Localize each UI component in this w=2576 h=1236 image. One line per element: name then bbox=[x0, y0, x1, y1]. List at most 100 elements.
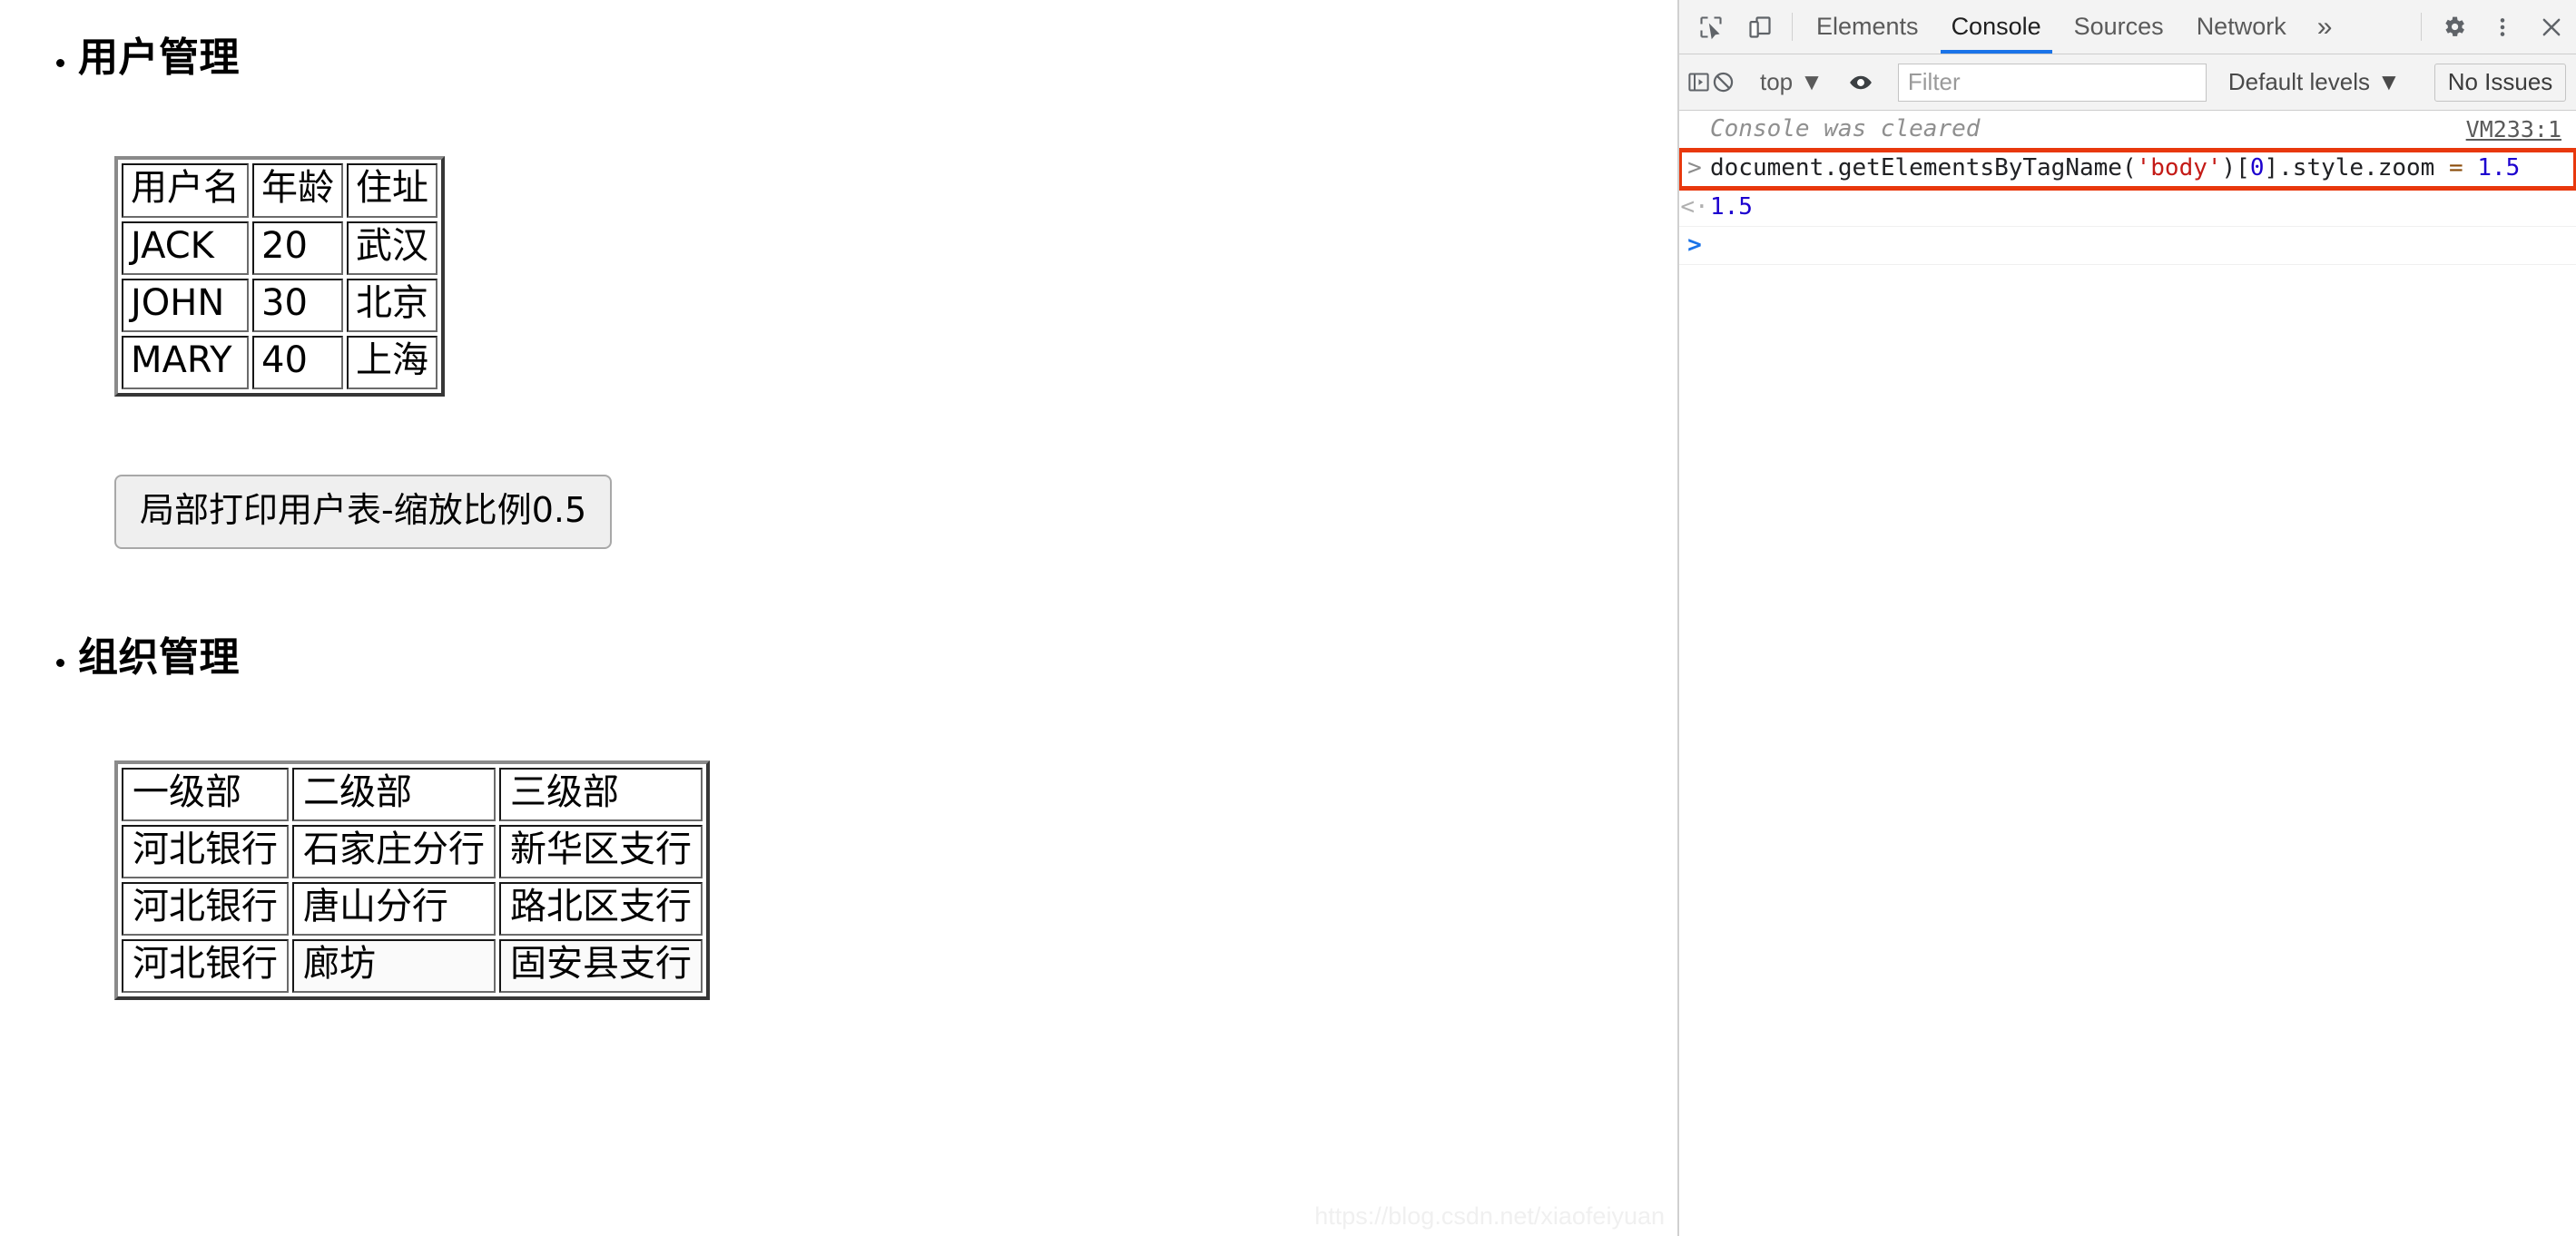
devtools-tabbar: Elements Console Sources Network » bbox=[1679, 0, 2576, 54]
spacer bbox=[0, 80, 1677, 156]
filter-placeholder-text: Filter bbox=[1908, 68, 1961, 96]
cell-age: 40 bbox=[252, 336, 343, 389]
tab-network-label: Network bbox=[2197, 13, 2286, 41]
col-header-level2: 二级部 bbox=[292, 768, 496, 821]
code-token-plain: ].style.zoom bbox=[2265, 154, 2450, 181]
user-table-container: 用户名 年龄 住址 JACK 20 武汉 JOHN 30 北京 bbox=[114, 156, 1677, 397]
cell-level1: 河北银行 bbox=[122, 882, 289, 936]
execution-context-label: top bbox=[1760, 68, 1793, 96]
org-table: 一级部 二级部 三级部 河北银行 石家庄分行 新华区支行 河北银行 唐山分行 bbox=[114, 760, 710, 1001]
table-row: JACK 20 武汉 bbox=[122, 221, 438, 275]
console-input-code: document.getElementsByTagName('body')[0]… bbox=[1710, 153, 2576, 184]
console-cleared-text: Console was cleared bbox=[1710, 114, 2576, 145]
table-row: 河北银行 廊坊 固安县支行 bbox=[122, 939, 703, 993]
console-message-list[interactable]: Console was cleared VM233:1 > document.g… bbox=[1679, 111, 2576, 1236]
code-token-number: 0 bbox=[2250, 154, 2265, 181]
console-prompt-arrow-icon: > bbox=[1679, 231, 1710, 260]
tab-network[interactable]: Network bbox=[2180, 0, 2303, 54]
gear-icon[interactable] bbox=[2429, 0, 2478, 54]
spacer bbox=[0, 549, 1677, 636]
cell-level1: 河北银行 bbox=[122, 939, 289, 993]
device-toolbar-icon[interactable] bbox=[1735, 0, 1785, 54]
spacer bbox=[0, 397, 1677, 475]
console-sidebar-icon[interactable] bbox=[1686, 70, 1711, 94]
chevron-down-icon: ▼ bbox=[2377, 68, 2401, 96]
console-input-arrow-icon: > bbox=[1679, 153, 1710, 183]
section-bullet-org: 组织管理 bbox=[78, 636, 1677, 680]
cell-level3: 固安县支行 bbox=[499, 939, 703, 993]
table-row-header: 用户名 年龄 住址 bbox=[122, 163, 438, 217]
screen-root: 用户管理 用户名 年龄 住址 JACK 20 武汉 bbox=[0, 0, 2576, 1236]
console-toolbar-actions bbox=[2566, 69, 2576, 95]
toolbar-divider bbox=[1792, 13, 1793, 41]
page-title-user-management: 用户管理 bbox=[78, 36, 1677, 80]
more-tabs-chevron-icon[interactable]: » bbox=[2303, 0, 2347, 54]
console-output-value: 1.5 bbox=[1710, 192, 2576, 223]
cell-level2: 廊坊 bbox=[292, 939, 496, 993]
table-row: MARY 40 上海 bbox=[122, 336, 438, 389]
cell-level3: 路北区支行 bbox=[499, 882, 703, 936]
code-token-number: 1.5 bbox=[2477, 154, 2520, 181]
console-row-cleared: Console was cleared VM233:1 bbox=[1679, 111, 2576, 150]
console-output-arrow-icon: <· bbox=[1679, 192, 1710, 222]
toolbar-divider bbox=[2421, 13, 2422, 41]
execution-context-selector[interactable]: top ▼ bbox=[1751, 68, 1833, 96]
console-prompt-row[interactable]: > bbox=[1679, 227, 2576, 265]
code-token-space bbox=[2463, 154, 2478, 181]
console-filter-toolbar: top ▼ Filter Default levels ▼ No Issues bbox=[1679, 54, 2576, 111]
devtools-tabbar-actions bbox=[2414, 0, 2576, 54]
filter-input[interactable]: Filter bbox=[1898, 64, 2207, 102]
col-header-level3: 三级部 bbox=[499, 768, 703, 821]
page-content: 用户管理 用户名 年龄 住址 JACK 20 武汉 bbox=[0, 0, 1677, 1000]
code-token-operator: = bbox=[2449, 154, 2463, 181]
page-title-org-management: 组织管理 bbox=[78, 636, 1677, 680]
code-token-string: 'body' bbox=[2137, 154, 2222, 181]
org-table-body: 一级部 二级部 三级部 河北银行 石家庄分行 新华区支行 河北银行 唐山分行 bbox=[122, 768, 703, 994]
kebab-menu-icon[interactable] bbox=[2478, 0, 2527, 54]
cell-level2: 唐山分行 bbox=[292, 882, 496, 936]
cell-address: 上海 bbox=[347, 336, 438, 389]
cell-age: 20 bbox=[252, 221, 343, 275]
table-row: 河北银行 唐山分行 路北区支行 bbox=[122, 882, 703, 936]
table-row: JOHN 30 北京 bbox=[122, 279, 438, 332]
devtools-tab-group: Elements Console Sources Network bbox=[1800, 0, 2303, 54]
section-bullet-user: 用户管理 bbox=[78, 36, 1677, 80]
table-row: 河北银行 石家庄分行 新华区支行 bbox=[122, 825, 703, 878]
tab-sources[interactable]: Sources bbox=[2058, 0, 2180, 54]
code-token-plain: )[ bbox=[2222, 154, 2250, 181]
log-levels-dropdown[interactable]: Default levels ▼ bbox=[2216, 68, 2414, 96]
console-row-output: <· 1.5 bbox=[1679, 189, 2576, 228]
clear-console-icon[interactable] bbox=[1711, 70, 1735, 94]
cell-address: 北京 bbox=[347, 279, 438, 332]
code-token-plain: document.getElementsByTagName( bbox=[1710, 154, 2137, 181]
spacer bbox=[0, 681, 1677, 760]
col-header-level1: 一级部 bbox=[122, 768, 289, 821]
section-list-org: 组织管理 bbox=[0, 636, 1677, 680]
chevron-down-icon: ▼ bbox=[1800, 68, 1824, 96]
tab-sources-label: Sources bbox=[2074, 13, 2164, 41]
devtools-panel: Elements Console Sources Network » bbox=[1679, 0, 2576, 1236]
cell-level2: 石家庄分行 bbox=[292, 825, 496, 878]
console-row-input-highlighted[interactable]: > document.getElementsByTagName('body')[… bbox=[1679, 150, 2576, 189]
col-header-username: 用户名 bbox=[122, 163, 249, 217]
tab-elements[interactable]: Elements bbox=[1800, 0, 1935, 54]
inspect-element-icon[interactable] bbox=[1686, 0, 1735, 54]
rendered-web-page: 用户管理 用户名 年龄 住址 JACK 20 武汉 bbox=[0, 0, 1679, 1236]
tab-elements-label: Elements bbox=[1816, 13, 1919, 41]
print-user-table-button[interactable]: 局部打印用户表-缩放比例0.5 bbox=[114, 475, 612, 549]
col-header-address: 住址 bbox=[347, 163, 438, 217]
cell-address: 武汉 bbox=[347, 221, 438, 275]
live-expression-eye-icon[interactable] bbox=[1848, 70, 1873, 95]
user-table-body: 用户名 年龄 住址 JACK 20 武汉 JOHN 30 北京 bbox=[122, 163, 438, 389]
log-levels-label: Default levels bbox=[2228, 68, 2370, 96]
issues-badge-button[interactable]: No Issues bbox=[2434, 64, 2567, 102]
user-table: 用户名 年龄 住址 JACK 20 武汉 JOHN 30 北京 bbox=[114, 156, 445, 397]
cell-username: JACK bbox=[122, 221, 249, 275]
console-source-link[interactable]: VM233:1 bbox=[2466, 116, 2561, 142]
close-icon[interactable] bbox=[2527, 0, 2576, 54]
section-list-user: 用户管理 bbox=[0, 36, 1677, 80]
table-row-header: 一级部 二级部 三级部 bbox=[122, 768, 703, 821]
tab-console[interactable]: Console bbox=[1935, 0, 2058, 54]
cell-level3: 新华区支行 bbox=[499, 825, 703, 878]
watermark: https://blog.csdn.net/xiaofeiyuan bbox=[1314, 1202, 1665, 1231]
